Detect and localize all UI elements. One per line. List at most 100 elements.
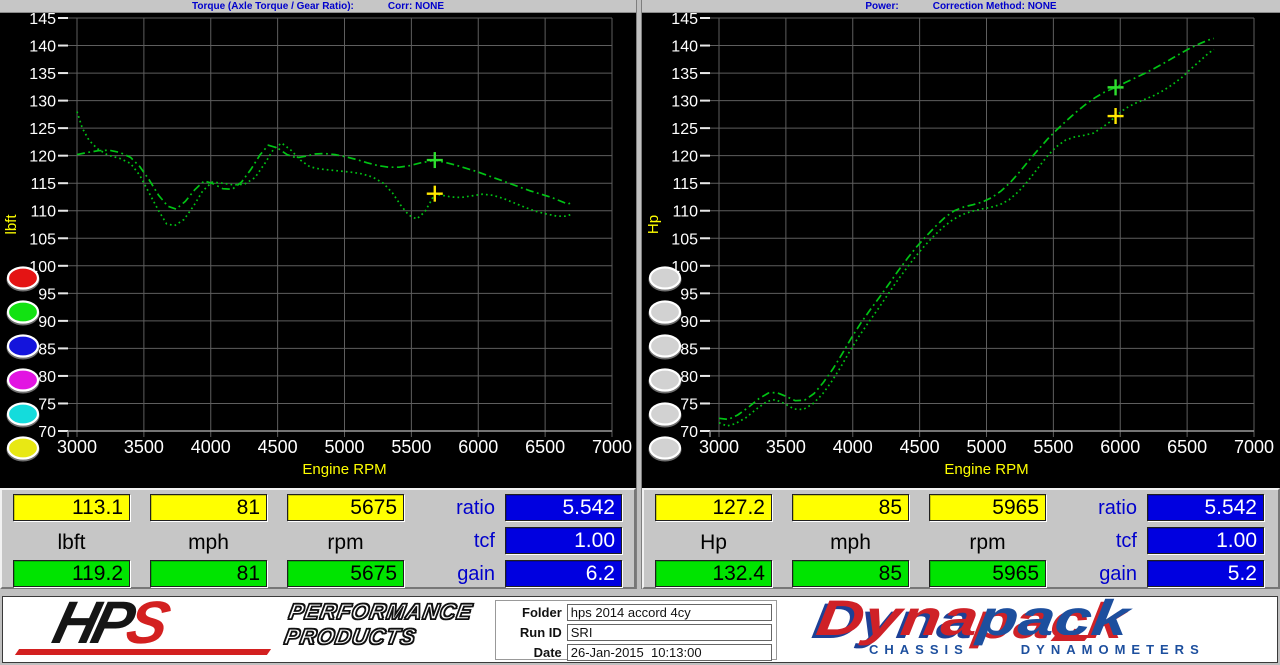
torque-title: Torque (Axle Torque / Gear Ratio):	[192, 1, 354, 12]
y-tick-label: 115	[30, 176, 56, 193]
channel-button-green[interactable]	[8, 302, 38, 323]
channel-button-yellow[interactable]	[8, 438, 38, 459]
tcf-value: 1.00	[505, 527, 622, 554]
y-tick-label: 85	[680, 341, 698, 358]
y-tick-label: 80	[38, 369, 56, 386]
torque-readout-panel: 113.1 81 5675 lbft mph rpm 119.2 81 5675…	[0, 488, 636, 589]
rpm-current-value: 5965	[929, 494, 1046, 521]
y-tick-label: 75	[680, 396, 698, 413]
power-readout-panel: 127.2 85 5965 Hp mph rpm 132.4 85 5965 r…	[642, 488, 1280, 589]
x-tick-label: 3500	[124, 437, 164, 457]
torque-unit-label: lbft	[13, 531, 130, 555]
y-tick-label: 125	[29, 121, 56, 138]
x-tick-label: 3500	[766, 437, 806, 457]
channel-button-blue[interactable]	[8, 336, 38, 357]
y-tick-label: 105	[671, 231, 698, 248]
ratio-value: 5.542	[505, 494, 622, 521]
speed-current-value: 85	[792, 494, 909, 521]
hps-logo: HPS PERFORMANCE PRODUCTS	[15, 597, 485, 661]
y-tick-label: 145	[29, 11, 56, 28]
speed-peak-value: 81	[150, 560, 267, 587]
footer-inner: HPS PERFORMANCE PRODUCTS Folder Run ID D…	[2, 596, 1278, 663]
rpm-peak-value: 5675	[287, 560, 404, 587]
x-tick-label: 4500	[258, 437, 298, 457]
power-title: Power:	[865, 1, 898, 12]
x-tick-label: 6500	[1167, 437, 1207, 457]
x-axis-unit-label: Engine RPM	[302, 461, 386, 478]
ratio-label: ratio	[1047, 497, 1137, 520]
y-tick-label: 120	[29, 149, 56, 166]
y-tick-label: 145	[671, 11, 698, 28]
channel-button-4[interactable]	[650, 370, 680, 391]
channel-button-1[interactable]	[650, 268, 680, 289]
rpm-peak-value: 5965	[929, 560, 1046, 587]
gain-label: gain	[1047, 563, 1137, 586]
rpm-unit-label: rpm	[929, 531, 1046, 555]
power-run2-dashdot	[719, 38, 1214, 419]
folder-label: Folder	[500, 605, 562, 620]
power-panel: 7075808590951001051101151201251301351401…	[642, 0, 1280, 589]
y-tick-label: 90	[680, 314, 698, 331]
channel-button-6[interactable]	[650, 438, 680, 459]
x-tick-label: 6000	[458, 437, 498, 457]
tcf-label: tcf	[1047, 530, 1137, 553]
channel-button-cyan[interactable]	[8, 404, 38, 425]
y-tick-label: 95	[680, 286, 698, 303]
speed-unit-label: mph	[150, 531, 267, 555]
y-tick-label: 90	[38, 314, 56, 331]
y-tick-label: 130	[671, 94, 698, 111]
x-axis-unit-label: Engine RPM	[944, 461, 1028, 478]
y-tick-label: 120	[671, 149, 698, 166]
gain-label: gain	[405, 563, 495, 586]
y-tick-label: 135	[671, 66, 698, 83]
run-id-label: Run ID	[500, 625, 562, 640]
x-tick-label: 3000	[57, 437, 97, 457]
hps-logo-underline	[15, 649, 271, 655]
channel-button-5[interactable]	[650, 404, 680, 425]
torque-correction-label: Corr: NONE	[388, 1, 444, 12]
y-tick-label: 140	[671, 39, 698, 56]
x-tick-label: 4500	[900, 437, 940, 457]
y-tick-label: 110	[672, 204, 698, 221]
gain-value: 6.2	[505, 560, 622, 587]
y-tick-label: 125	[671, 121, 698, 138]
x-tick-label: 6000	[1100, 437, 1140, 457]
channel-button-red[interactable]	[8, 268, 38, 289]
y-tick-label: 110	[30, 204, 56, 221]
channel-button-magenta[interactable]	[8, 370, 38, 391]
x-tick-label: 5500	[391, 437, 431, 457]
tcf-label: tcf	[405, 530, 495, 553]
power-unit-label: Hp	[655, 531, 772, 555]
ratio-label: ratio	[405, 497, 495, 520]
channel-button-3[interactable]	[650, 336, 680, 357]
y-tick-label: 70	[680, 424, 698, 441]
x-tick-label: 6500	[525, 437, 565, 457]
torque-run1-dotted	[77, 112, 572, 226]
power-current-value: 127.2	[655, 494, 772, 521]
x-tick-label: 5500	[1033, 437, 1073, 457]
channel-button-2[interactable]	[650, 302, 680, 323]
dynapack-logo-slash	[1050, 635, 1089, 641]
power-title-strip: Power: Correction Method: NONE	[642, 0, 1280, 13]
y-tick-label: 95	[38, 286, 56, 303]
torque-panel: 7075808590951001051101151201251301351401…	[0, 0, 636, 589]
folder-input[interactable]	[567, 604, 772, 621]
torque-chart[interactable]: 7075808590951001051101151201251301351401…	[0, 0, 636, 487]
x-tick-label: 7000	[1234, 437, 1274, 457]
x-tick-label: 4000	[833, 437, 873, 457]
rpm-current-value: 5675	[287, 494, 404, 521]
x-tick-label: 5000	[966, 437, 1006, 457]
torque-title-strip: Torque (Axle Torque / Gear Ratio): Corr:…	[0, 0, 636, 13]
x-tick-label: 5000	[324, 437, 364, 457]
torque-run2-dashdot	[77, 145, 572, 209]
speed-peak-value: 85	[792, 560, 909, 587]
power-chart[interactable]: 7075808590951001051101151201251301351401…	[642, 0, 1280, 487]
footer-bar: HPS PERFORMANCE PRODUCTS Folder Run ID D…	[0, 589, 1280, 665]
power-correction-label: Correction Method: NONE	[933, 1, 1057, 12]
run-id-input[interactable]	[567, 624, 772, 641]
date-input[interactable]	[567, 644, 772, 661]
y-axis-unit-label: lbft	[3, 214, 20, 235]
y-tick-label: 130	[29, 94, 56, 111]
ratio-value: 5.542	[1147, 494, 1264, 521]
y-tick-label: 135	[29, 66, 56, 83]
